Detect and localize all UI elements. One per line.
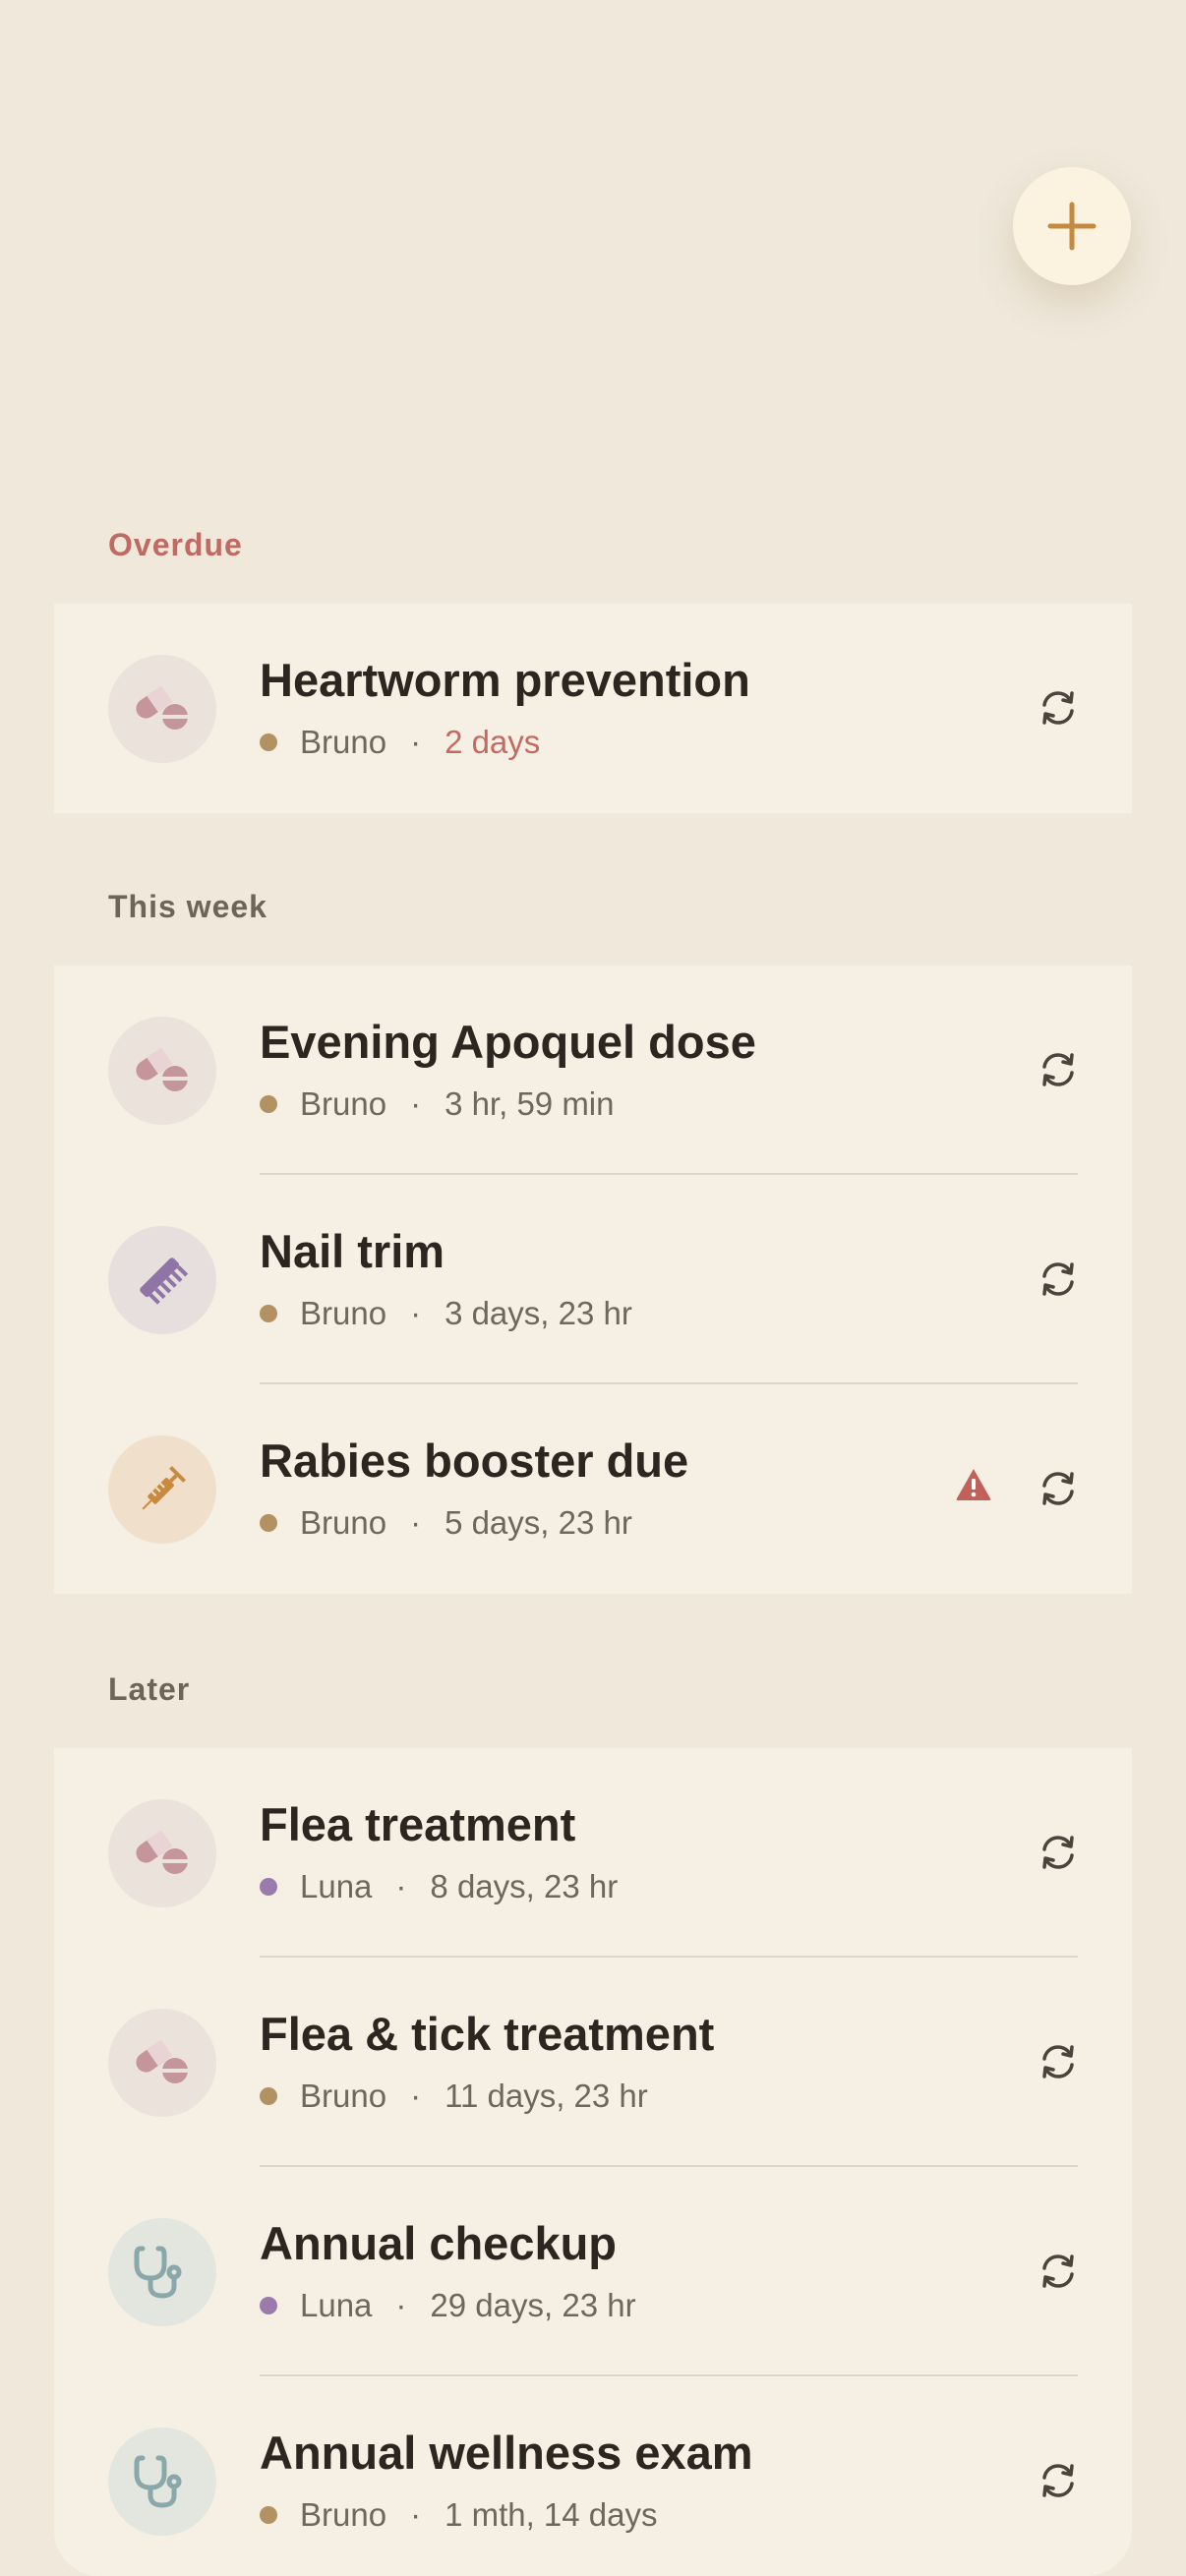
reminder-title: Rabies booster due (260, 1434, 689, 1487)
pills-icon (108, 655, 216, 763)
refresh-icon[interactable] (1036, 1047, 1081, 1092)
syringe-icon (108, 1435, 216, 1544)
stethoscope-icon (108, 2218, 216, 2326)
pills-icon (108, 1017, 216, 1125)
pet-name: Bruno (300, 724, 387, 760)
plus-icon (1047, 202, 1097, 251)
pet-name: Luna (300, 1868, 373, 1904)
separator: · (395, 1868, 407, 1904)
pet-name: Bruno (300, 1504, 387, 1541)
due-text: 5 days, 23 hr (445, 1504, 632, 1541)
reminder-title: Flea & tick treatment (260, 2008, 715, 2060)
refresh-icon[interactable] (1036, 1466, 1081, 1511)
due-text: 3 hr, 59 min (445, 1085, 615, 1122)
reminder-meta: Bruno · 1 mth, 14 days (260, 2496, 658, 2534)
section-title-this-week: This week (108, 889, 267, 924)
pills-icon (108, 1799, 216, 1907)
separator: · (410, 2496, 422, 2533)
pet-name: Bruno (300, 2496, 387, 2533)
section-title-later: Later (108, 1671, 191, 1707)
due-text: 8 days, 23 hr (430, 1868, 619, 1904)
reminder-title: Annual checkup (260, 2217, 618, 2269)
reminder-row[interactable]: Annual checkup Luna · 29 days, 23 hr (54, 2167, 1132, 2376)
pet-color-dot (260, 733, 277, 751)
reminder-meta: Bruno · 5 days, 23 hr (260, 1504, 632, 1542)
pet-color-dot (260, 1514, 277, 1532)
separator: · (410, 1295, 422, 1331)
refresh-icon[interactable] (1036, 2458, 1081, 2503)
comb-icon (108, 1226, 216, 1334)
reminder-title: Nail trim (260, 1225, 445, 1277)
reminder-meta: Bruno · 3 days, 23 hr (260, 1295, 632, 1332)
reminder-title: Annual wellness exam (260, 2427, 753, 2479)
pet-name: Bruno (300, 2078, 387, 2114)
reminder-title: Flea treatment (260, 1798, 576, 1850)
due-text: 2 days (445, 724, 541, 760)
reminder-meta: Luna · 8 days, 23 hr (260, 1868, 618, 1905)
card-overdue: Heartworm prevention Bruno · 2 days (54, 604, 1132, 813)
pet-name: Bruno (300, 1295, 387, 1331)
separator: · (410, 1085, 422, 1122)
reminder-row[interactable]: Evening Apoquel dose Bruno · 3 hr, 59 mi… (54, 966, 1132, 1175)
card-this-week: Evening Apoquel dose Bruno · 3 hr, 59 mi… (54, 966, 1132, 1594)
refresh-icon[interactable] (1036, 2249, 1081, 2294)
pet-color-dot (260, 1095, 277, 1113)
due-text: 11 days, 23 hr (445, 2078, 648, 2114)
reminder-title: Evening Apoquel dose (260, 1016, 756, 1068)
reminder-row[interactable]: Nail trim Bruno · 3 days, 23 hr (54, 1175, 1132, 1384)
reminder-meta: Bruno · 11 days, 23 hr (260, 2078, 648, 2115)
due-text: 1 mth, 14 days (445, 2496, 658, 2533)
due-text: 3 days, 23 hr (445, 1295, 632, 1331)
reminder-row[interactable]: Flea & tick treatment Bruno · 11 days, 2… (54, 1958, 1132, 2167)
pet-color-dot (260, 1878, 277, 1896)
refresh-icon[interactable] (1036, 1257, 1081, 1302)
separator: · (410, 724, 422, 760)
pet-color-dot (260, 2506, 277, 2524)
pet-color-dot (260, 2087, 277, 2105)
stethoscope-icon (108, 2428, 216, 2536)
reminder-row[interactable]: Rabies booster due Bruno · 5 days, 23 hr (54, 1384, 1132, 1594)
pet-name: Bruno (300, 1085, 387, 1122)
reminder-meta: Bruno · 2 days (260, 724, 540, 761)
reminder-row[interactable]: Heartworm prevention Bruno · 2 days (54, 604, 1132, 813)
separator: · (395, 2287, 407, 2323)
section-title-overdue: Overdue (108, 527, 243, 562)
reminder-meta: Bruno · 3 hr, 59 min (260, 1085, 615, 1123)
due-text: 29 days, 23 hr (430, 2287, 636, 2323)
pills-icon (108, 2009, 216, 2117)
refresh-icon[interactable] (1036, 2039, 1081, 2084)
warning-icon (956, 1469, 991, 1500)
refresh-icon[interactable] (1036, 1830, 1081, 1875)
separator: · (410, 2078, 422, 2114)
reminder-title: Heartworm prevention (260, 654, 750, 706)
pet-color-dot (260, 2297, 277, 2314)
pet-color-dot (260, 1305, 277, 1322)
add-button[interactable] (1013, 167, 1131, 285)
pet-name: Luna (300, 2287, 373, 2323)
reminder-row[interactable]: Flea treatment Luna · 8 days, 23 hr (54, 1748, 1132, 1958)
reminder-row[interactable]: Annual wellness exam Bruno · 1 mth, 14 d… (54, 2376, 1132, 2576)
card-later: Flea treatment Luna · 8 days, 23 hr Flea… (54, 1748, 1132, 2576)
refresh-icon[interactable] (1036, 685, 1081, 731)
reminder-meta: Luna · 29 days, 23 hr (260, 2287, 636, 2324)
separator: · (410, 1504, 422, 1541)
